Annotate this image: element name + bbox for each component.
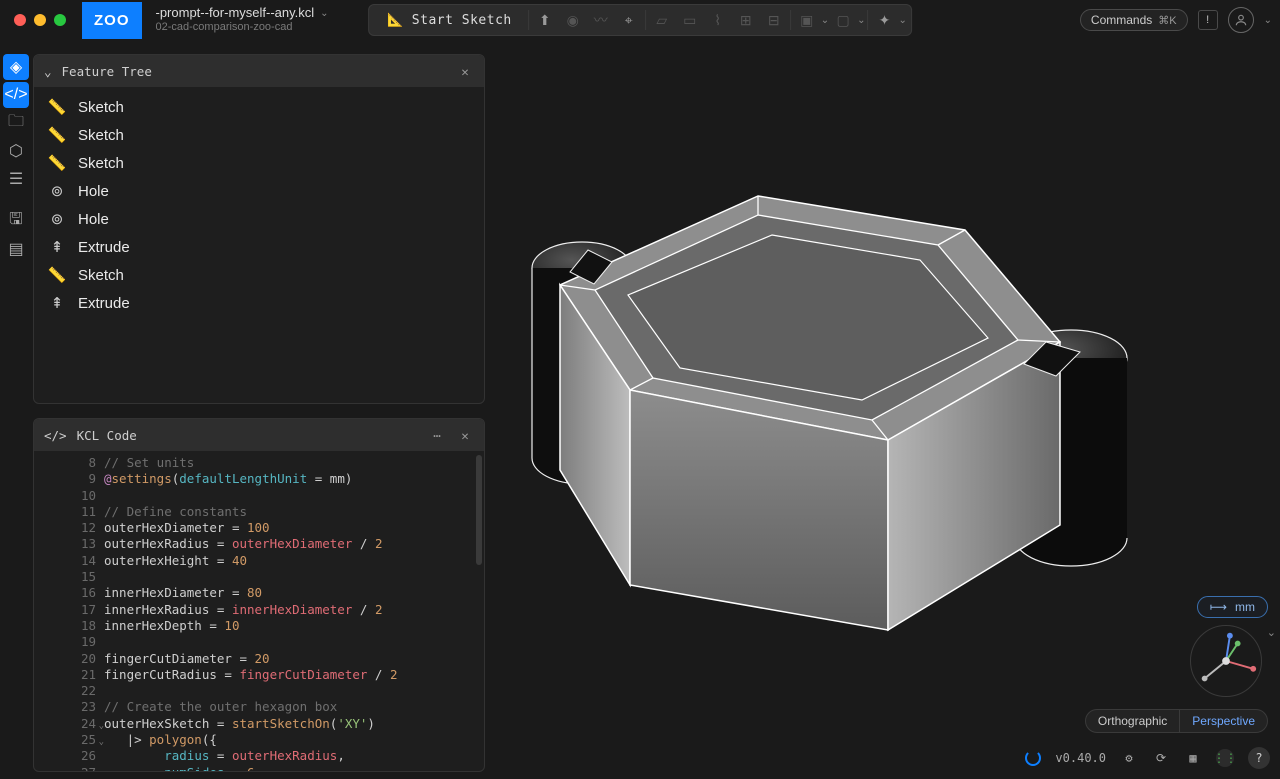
commands-button[interactable]: Commands ⌘K <box>1080 9 1188 31</box>
code-editor[interactable]: 89101112131415161718192021222324⌄25⌄2627… <box>34 451 484 771</box>
more-icon[interactable]: ⋯ <box>428 428 446 443</box>
panel-layout-icon[interactable]: ▦ <box>1184 749 1202 767</box>
feature-tree-item[interactable]: ⇞ Extrude <box>34 233 484 261</box>
hole-icon: ⊚ <box>48 210 66 228</box>
feature-label: Hole <box>78 211 109 228</box>
user-avatar[interactable] <box>1228 7 1254 33</box>
feature-label: Extrude <box>78 239 130 256</box>
viewport-3d[interactable]: ⟼ mm ⌄ Orthographic Perspective v0.40.0 … <box>490 40 1280 779</box>
units-label: mm <box>1235 600 1255 614</box>
feature-label: Sketch <box>78 99 124 116</box>
project-name: 02-cad-comparison-zoo-cad <box>156 21 329 34</box>
extrude-icon: ⇞ <box>48 294 66 312</box>
main-toolbar: 📐 Start Sketch ⬆ ◉ 〰 ⌖ ▱ ▭ ⌇ ⊞ ⊟ ▣ ⌄ ▢ ⌄… <box>368 4 912 36</box>
feature-tree-item[interactable]: ⊚ Hole <box>34 177 484 205</box>
feature-tree-panel: ⌄ Feature Tree ✕ 📏 Sketch 📏 Sketch 📏 Sketch ⊚ H… <box>33 54 485 404</box>
feature-tree-item[interactable]: ⇞ Extrude <box>34 289 484 317</box>
window-controls <box>14 14 66 26</box>
ruler-icon: 📏 <box>48 98 66 116</box>
feature-tree-item[interactable]: ⊚ Hole <box>34 205 484 233</box>
orthographic-option[interactable]: Orthographic <box>1086 710 1179 732</box>
feature-tree-body: 📏 Sketch 📏 Sketch 📏 Sketch ⊚ Hole ⊚ Hole ⇞ Extrude 📏… <box>34 87 484 403</box>
extrude-icon: ⇞ <box>48 238 66 256</box>
chevron-down-icon[interactable]: ⌄ <box>821 15 829 26</box>
ruler-icon: ⟼ <box>1210 600 1227 614</box>
close-icon[interactable]: ✕ <box>456 64 474 79</box>
rail-files-icon[interactable]: 🗀 <box>3 110 29 136</box>
rail-debug-icon[interactable]: ▤ <box>3 236 29 262</box>
feature-label: Sketch <box>78 267 124 284</box>
chevron-down-icon[interactable]: ⌄ <box>857 15 865 26</box>
notifications-icon[interactable]: ! <box>1198 10 1218 30</box>
chevron-down-icon[interactable]: ⌄ <box>1264 15 1272 26</box>
code-icon: </> <box>44 428 67 443</box>
ruler-icon: 📏 <box>48 266 66 284</box>
help-icon[interactable]: ? <box>1248 747 1270 769</box>
feature-label: Sketch <box>78 127 124 144</box>
feature-tree-item[interactable]: 📏 Sketch <box>34 261 484 289</box>
rail-code-icon[interactable]: </> <box>3 82 29 108</box>
rail-list-icon[interactable]: ☰ <box>3 166 29 192</box>
revolve-tool-icon[interactable]: ◉ <box>559 6 587 34</box>
code-panel-title: KCL Code <box>77 428 137 443</box>
loft-tool-icon[interactable]: ⌖ <box>615 6 643 34</box>
file-name: -prompt--for-myself--any.kcl <box>156 6 315 21</box>
reload-icon[interactable]: ⟳ <box>1152 749 1170 767</box>
export-tool-icon[interactable]: ▢ <box>829 6 857 34</box>
ai-sparkle-icon[interactable]: ✦ <box>871 6 899 34</box>
feature-tree-item[interactable]: 📏 Sketch <box>34 149 484 177</box>
loading-spinner-icon <box>1025 750 1041 766</box>
boolean-tool-icon[interactable]: ▣ <box>793 6 821 34</box>
code-panel: </> KCL Code ⋯ ✕ 89101112131415161718192… <box>33 418 485 772</box>
file-info[interactable]: -prompt--for-myself--any.kcl ⌄ 02-cad-co… <box>156 6 329 34</box>
code-panel-header[interactable]: </> KCL Code ⋯ ✕ <box>34 419 484 451</box>
model-preview <box>490 40 1280 779</box>
commands-shortcut: ⌘K <box>1158 14 1176 27</box>
close-icon[interactable]: ✕ <box>456 428 474 443</box>
hole-icon: ⊚ <box>48 182 66 200</box>
feature-label: Extrude <box>78 295 130 312</box>
chevron-down-icon[interactable]: ⌄ <box>320 8 328 20</box>
commands-label: Commands <box>1091 13 1152 27</box>
minimize-window[interactable] <box>34 14 46 26</box>
topbar: ZOO -prompt--for-myself--any.kcl ⌄ 02-ca… <box>0 0 1280 40</box>
plane-tool-icon[interactable]: ▱ <box>648 6 676 34</box>
version-label: v0.40.0 <box>1055 751 1106 765</box>
maximize-window[interactable] <box>54 14 66 26</box>
settings-gear-icon[interactable]: ⚙ <box>1120 749 1138 767</box>
offset-plane-icon[interactable]: ▭ <box>676 6 704 34</box>
ruler-icon: 📐 <box>387 13 404 28</box>
ruler-icon: 📏 <box>48 126 66 144</box>
caret-icon: ⌄ <box>44 64 52 79</box>
helix-tool-icon[interactable]: ⌇ <box>704 6 732 34</box>
mirror-tool-icon[interactable]: ⊟ <box>760 6 788 34</box>
start-sketch-label: Start Sketch <box>412 13 512 28</box>
rail-save-icon[interactable]: 🖫 <box>3 208 29 234</box>
rail-variables-icon[interactable]: ⬡ <box>3 138 29 164</box>
start-sketch-button[interactable]: 📐 Start Sketch <box>373 13 526 28</box>
feature-tree-header[interactable]: ⌄ Feature Tree ✕ <box>34 55 484 87</box>
rail-feature-tree-icon[interactable]: ◈ <box>3 54 29 80</box>
status-bar: v0.40.0 ⚙ ⟳ ▦ ⋮⋮ ? <box>1025 747 1270 769</box>
close-window[interactable] <box>14 14 26 26</box>
projection-toggle[interactable]: Orthographic Perspective <box>1085 709 1268 733</box>
feature-label: Sketch <box>78 155 124 172</box>
feature-tree-item[interactable]: 📏 Sketch <box>34 93 484 121</box>
chevron-down-icon[interactable]: ⌄ <box>899 15 907 26</box>
perspective-option[interactable]: Perspective <box>1179 710 1267 732</box>
feature-label: Hole <box>78 183 109 200</box>
pattern-tool-icon[interactable]: ⊞ <box>732 6 760 34</box>
extrude-tool-icon[interactable]: ⬆ <box>531 6 559 34</box>
axis-gizmo[interactable] <box>1190 625 1262 697</box>
left-rail: ◈ </> 🗀 ⬡ ☰ 🖫 ▤ <box>0 48 32 262</box>
scrollbar[interactable] <box>476 455 482 565</box>
ruler-icon: 📏 <box>48 154 66 172</box>
sweep-tool-icon[interactable]: 〰 <box>587 6 615 34</box>
connection-status-icon[interactable]: ⋮⋮ <box>1216 749 1234 767</box>
feature-tree-title: Feature Tree <box>62 64 152 79</box>
app-logo[interactable]: ZOO <box>82 2 142 39</box>
chevron-down-icon[interactable]: ⌄ <box>1267 626 1276 639</box>
feature-tree-item[interactable]: 📏 Sketch <box>34 121 484 149</box>
units-pill[interactable]: ⟼ mm <box>1197 596 1268 618</box>
